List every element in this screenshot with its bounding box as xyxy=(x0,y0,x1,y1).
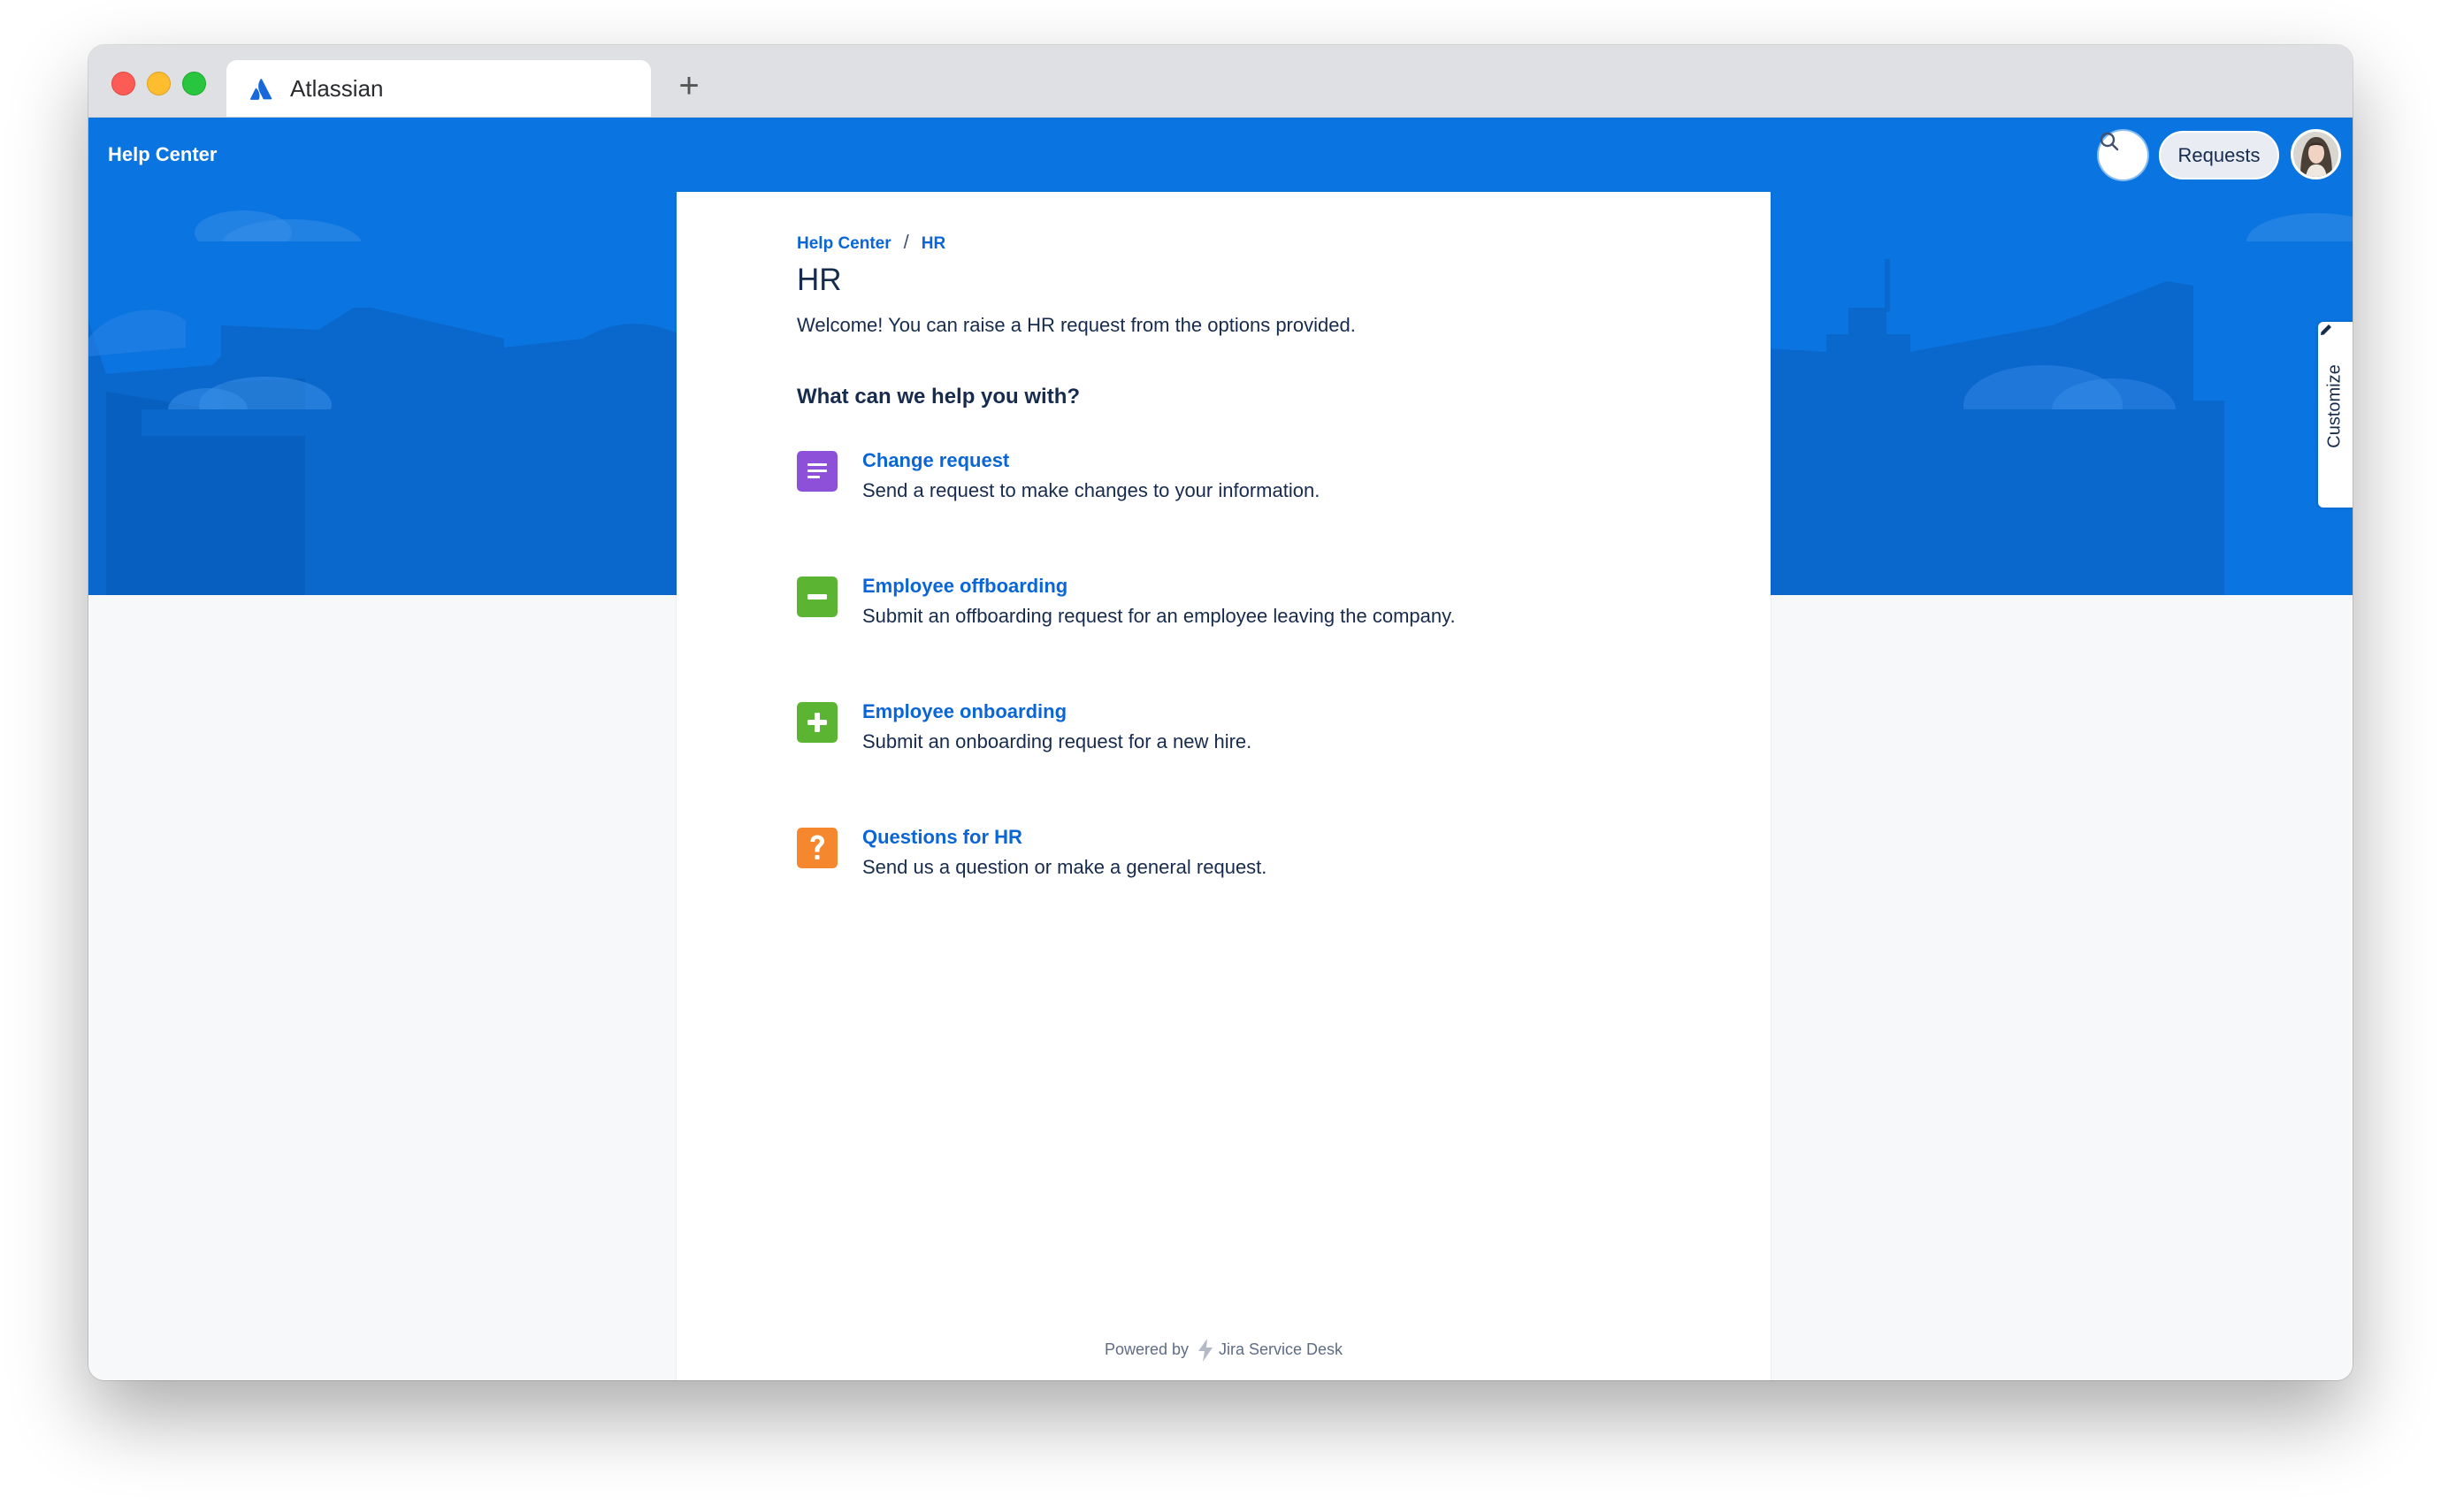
atlassian-logo-icon xyxy=(249,79,272,100)
minus-icon xyxy=(797,577,838,617)
customize-label: Customize xyxy=(2324,363,2345,448)
browser-tab[interactable]: Atlassian xyxy=(226,60,651,117)
request-type-description: Submit an onboarding request for a new h… xyxy=(862,730,1252,752)
powered-by-label: Powered by xyxy=(1104,1340,1189,1358)
browser-window: Atlassian + Help Center Requests Customi… xyxy=(88,45,2353,1380)
request-type-name[interactable]: Change request xyxy=(862,449,1009,472)
breadcrumb-hr[interactable]: HR xyxy=(922,234,945,253)
customize-label-wrap: Customize xyxy=(2322,357,2348,454)
question-mark-icon xyxy=(797,828,838,868)
request-type-name[interactable]: Questions for HR xyxy=(862,826,1022,849)
jira-service-desk-logo-icon xyxy=(1198,1339,1213,1362)
requests-button[interactable]: Requests xyxy=(2159,131,2279,179)
customize-tab[interactable]: Customize xyxy=(2318,322,2353,508)
search-icon xyxy=(2100,132,2119,151)
welcome-message: Welcome! You can raise a HR request from… xyxy=(797,314,1356,336)
pencil-icon xyxy=(2321,325,2331,335)
request-type-description: Send a request to make changes to your i… xyxy=(862,479,1320,501)
window-minimize-button[interactable] xyxy=(147,72,171,95)
jira-service-desk-link[interactable]: Jira Service Desk xyxy=(1219,1340,1343,1358)
request-type-name[interactable]: Employee onboarding xyxy=(862,700,1067,723)
powered-by-footer: Powered by Jira Service Desk xyxy=(677,1338,1771,1363)
breadcrumb-help-center[interactable]: Help Center xyxy=(797,234,891,253)
breadcrumb: Help Center / HR xyxy=(797,231,945,254)
new-tab-button[interactable]: + xyxy=(674,68,704,103)
search-button[interactable] xyxy=(2099,131,2147,179)
browser-titlebar: Atlassian + xyxy=(88,45,2353,118)
user-avatar-icon xyxy=(2293,132,2338,177)
request-type-employee-onboarding[interactable]: Employee onboarding Submit an onboarding… xyxy=(797,700,1593,771)
window-maximize-button[interactable] xyxy=(182,72,206,95)
window-close-button[interactable] xyxy=(111,72,135,95)
page-title: HR xyxy=(797,263,842,297)
user-avatar[interactable] xyxy=(2291,129,2341,179)
help-heading: What can we help you with? xyxy=(797,385,1081,409)
help-center-link[interactable]: Help Center xyxy=(108,143,217,166)
portal-card: Help Center / HR HR Welcome! You can raise… xyxy=(677,192,1771,1380)
request-type-questions-for-hr[interactable]: Questions for HR Send us a question or m… xyxy=(797,826,1593,897)
request-type-change-request[interactable]: Change request Send a request to make ch… xyxy=(797,449,1593,520)
request-type-description: Send us a question or make a general req… xyxy=(862,856,1267,878)
tab-title: Atlassian xyxy=(290,75,384,102)
document-lines-icon xyxy=(797,451,838,492)
request-type-name[interactable]: Employee offboarding xyxy=(862,575,1067,598)
help-center-page: Help Center Requests Customize Help Cent… xyxy=(88,118,2353,1380)
request-type-description: Submit an offboarding request for an emp… xyxy=(862,605,1456,627)
plus-icon xyxy=(797,702,838,743)
breadcrumb-separator: / xyxy=(903,231,909,253)
request-type-employee-offboarding[interactable]: Employee offboarding Submit an offboardi… xyxy=(797,575,1593,645)
